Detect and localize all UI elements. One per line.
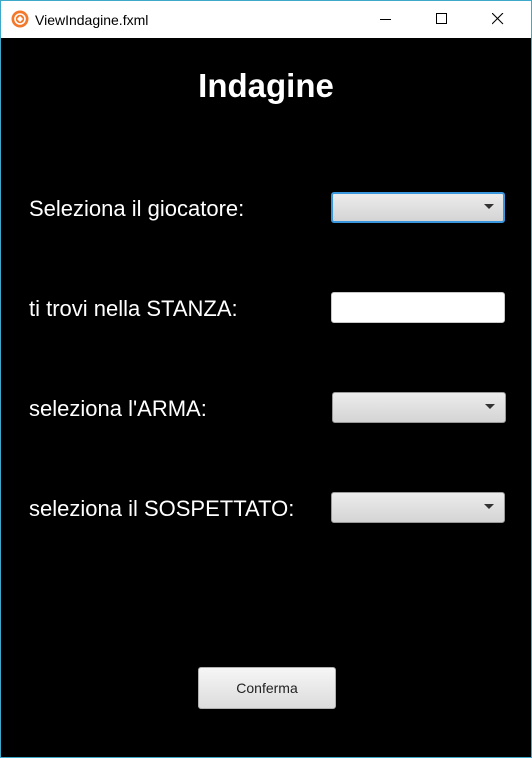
title-bar[interactable]: ViewIndagine.fxml (1, 1, 531, 38)
weapon-label: seleziona l'ARMA: (29, 396, 207, 421)
form-panel: Indagine Seleziona il giocatore: ti trov… (1, 38, 531, 757)
chevron-down-icon (484, 504, 494, 509)
minimize-icon (380, 19, 391, 20)
room-field[interactable] (331, 292, 505, 323)
room-label: ti trovi nella STANZA: (29, 296, 238, 321)
suspect-label: seleziona il SOSPETTATO: (29, 496, 295, 521)
window-title: ViewIndagine.fxml (35, 12, 149, 28)
app-window: ViewIndagine.fxml Indagine Seleziona il … (0, 0, 532, 758)
confirm-button[interactable]: Conferma (198, 667, 336, 709)
weapon-combobox[interactable] (332, 392, 506, 423)
player-label: Seleziona il giocatore: (29, 196, 245, 221)
maximize-icon (436, 13, 447, 24)
close-icon (492, 13, 504, 25)
maximize-button[interactable] (419, 1, 465, 38)
minimize-button[interactable] (363, 1, 409, 38)
app-icon (11, 10, 29, 28)
close-button[interactable] (475, 1, 521, 38)
player-combobox[interactable] (331, 192, 505, 223)
page-title: Indagine (198, 67, 334, 104)
chevron-down-icon (485, 404, 495, 409)
suspect-combobox[interactable] (331, 492, 505, 523)
chevron-down-icon (484, 204, 494, 209)
